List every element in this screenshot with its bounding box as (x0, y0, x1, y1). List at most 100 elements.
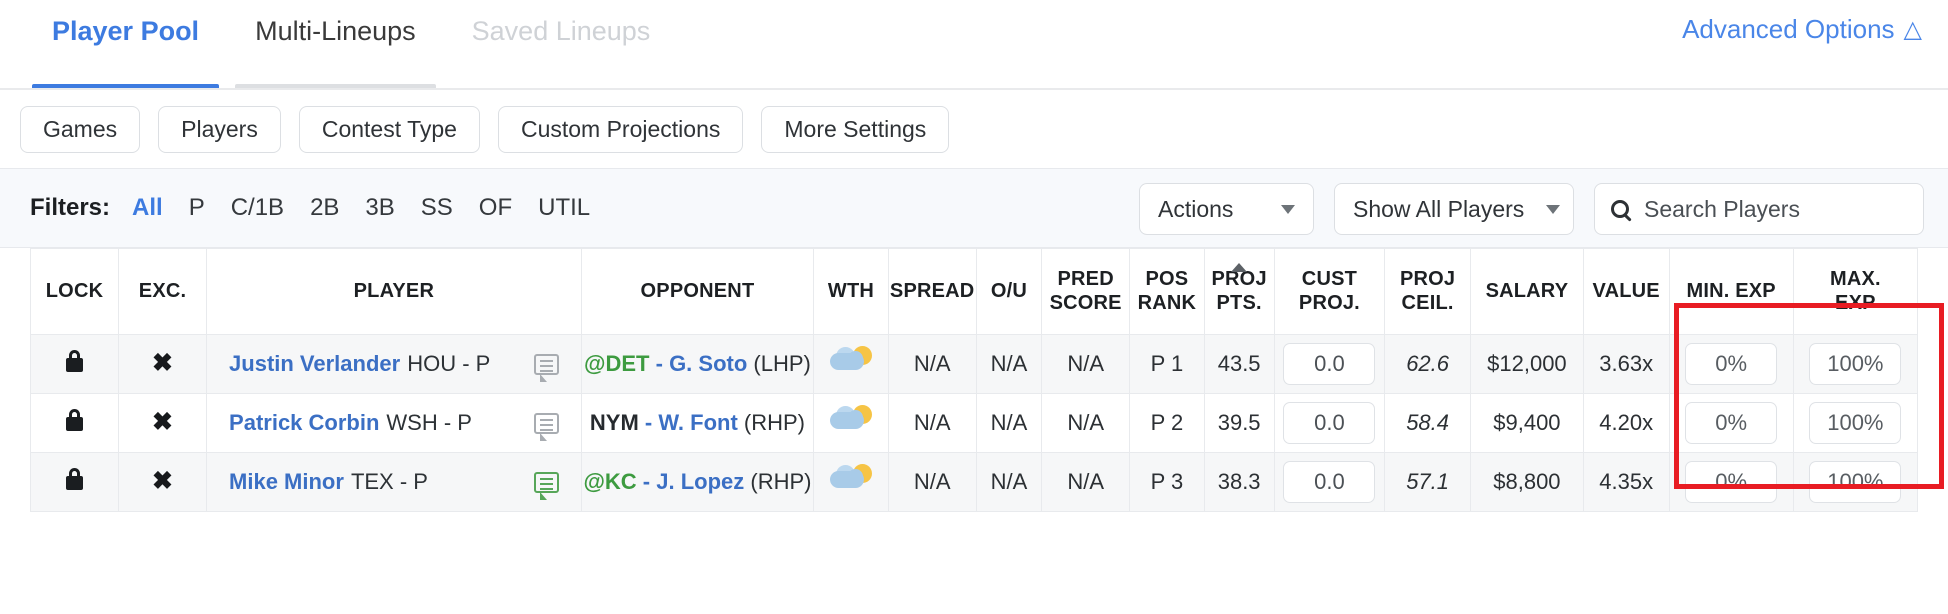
max-exp-cell[interactable]: 100% (1792, 452, 1919, 512)
col-header-salary[interactable]: SALARY (1469, 248, 1584, 335)
filter-p[interactable]: P (189, 194, 205, 222)
opponent-team[interactable]: @DET (584, 351, 649, 376)
players-button[interactable]: Players (158, 105, 281, 153)
lock-icon[interactable] (66, 467, 83, 490)
col-header-spread[interactable]: SPREAD (887, 248, 977, 335)
salary-cell: $8,800 (1469, 452, 1584, 512)
filter-2b[interactable]: 2B (310, 194, 339, 222)
cust-proj-cell[interactable]: 0.0 (1273, 334, 1386, 394)
col-header-ou[interactable]: O/U (975, 248, 1043, 335)
opponent-pitcher[interactable]: - W. Font (645, 410, 738, 435)
col-header-pred-score[interactable]: PRED SCORE (1041, 248, 1131, 335)
weather-cell (813, 334, 889, 394)
col-header-max-exp[interactable]: MAX. EXP (1792, 248, 1919, 335)
exclude-cell[interactable]: ✖ (118, 334, 208, 394)
col-header-proj-pts[interactable]: PROJ PTS. (1203, 248, 1275, 335)
lock-icon[interactable] (66, 349, 83, 372)
max-exp-input[interactable]: 100% (1809, 402, 1902, 444)
show-players-dropdown-label: Show All Players (1353, 195, 1525, 222)
min-exp-input[interactable]: 0% (1685, 402, 1778, 444)
col-header-wth[interactable]: WTH (813, 248, 889, 335)
opponent-team[interactable]: @KC (583, 469, 636, 494)
opponent-pitcher[interactable]: - G. Soto (656, 351, 748, 376)
col-header-value[interactable]: VALUE (1582, 248, 1670, 335)
sun-behind-cloud-icon (828, 405, 874, 435)
x-icon[interactable]: ✖ (152, 467, 173, 495)
more-settings-button[interactable]: More Settings (761, 105, 950, 153)
proj-ceil-cell: 57.1 (1384, 452, 1471, 512)
x-icon[interactable]: ✖ (152, 349, 173, 377)
table-row[interactable]: ✖ Justin Verlander HOU - P @DET - G. Soto… (29, 334, 1919, 394)
proj-pts-cell: 43.5 (1203, 334, 1275, 394)
filter-of[interactable]: OF (479, 194, 512, 222)
ou-cell: N/A (975, 452, 1043, 512)
opponent-team[interactable]: NYM (590, 410, 639, 435)
col-header-opponent[interactable]: OPPONENT (580, 248, 815, 335)
col-header-proj-ceil[interactable]: PROJ CEIL. (1384, 248, 1471, 335)
col-header-pos-rank[interactable]: POS RANK (1129, 248, 1205, 335)
max-exp-input[interactable]: 100% (1809, 343, 1902, 385)
opponent-pitcher[interactable]: - J. Lopez (643, 469, 744, 494)
opponent-cell: @DET - G. Soto (LHP) (580, 334, 815, 394)
contest-type-button[interactable]: Contest Type (298, 105, 480, 153)
note-icon[interactable] (533, 471, 559, 500)
min-exp-input[interactable]: 0% (1685, 343, 1778, 385)
note-icon[interactable] (533, 412, 559, 441)
cust-proj-input[interactable]: 0.0 (1283, 402, 1376, 444)
opponent-cell: @KC - J. Lopez (RHP) (580, 452, 815, 512)
tab-saved-lineups[interactable]: Saved Lineups (444, 0, 679, 90)
table-row[interactable]: ✖ Patrick Corbin WSH - P NYM - W. Font (R… (29, 393, 1919, 453)
actions-dropdown[interactable]: Actions (1139, 183, 1314, 235)
filter-3b[interactable]: 3B (365, 194, 394, 222)
player-pool-app: Player Pool Multi-Lineups Saved Lineups … (0, 0, 1948, 614)
max-exp-cell[interactable]: 100% (1792, 334, 1919, 394)
salary-cell: $12,000 (1469, 334, 1584, 394)
cust-proj-cell[interactable]: 0.0 (1273, 393, 1386, 453)
min-exp-cell[interactable]: 0% (1668, 393, 1794, 453)
filter-all[interactable]: All (132, 194, 163, 222)
cust-proj-cell[interactable]: 0.0 (1273, 452, 1386, 512)
col-header-lock[interactable]: LOCK (29, 248, 120, 335)
lock-cell[interactable] (29, 452, 120, 512)
cust-proj-input[interactable]: 0.0 (1283, 461, 1376, 503)
cust-proj-input[interactable]: 0.0 (1283, 343, 1376, 385)
tab-multi-lineups[interactable]: Multi-Lineups (227, 0, 444, 90)
filter-util[interactable]: UTIL (538, 194, 590, 222)
filter-c-1b[interactable]: C/1B (231, 194, 284, 222)
min-exp-cell[interactable]: 0% (1668, 452, 1794, 512)
advanced-options-toggle[interactable]: Advanced Options △ (1682, 14, 1922, 45)
exclude-cell[interactable]: ✖ (118, 393, 208, 453)
x-icon[interactable]: ✖ (152, 408, 173, 436)
lock-cell[interactable] (29, 393, 120, 453)
games-button[interactable]: Games (20, 105, 141, 153)
col-header-max-exp-l2: EXP (1835, 291, 1876, 314)
filter-ss[interactable]: SS (421, 194, 453, 222)
min-exp-cell[interactable]: 0% (1668, 334, 1794, 394)
max-exp-input[interactable]: 100% (1809, 461, 1902, 503)
col-header-min-exp[interactable]: MIN. EXP (1668, 248, 1794, 335)
chevron-down-icon (1281, 204, 1295, 214)
table-row[interactable]: ✖ Mike Minor TEX - P @KC - J. Lopez (RHP) (29, 452, 1919, 512)
pos-rank-cell: P 3 (1129, 452, 1205, 512)
lock-cell[interactable] (29, 334, 120, 394)
lock-icon[interactable] (66, 408, 83, 431)
header-row: LOCK EXC. PLAYER OPPONENT WTH SPREAD O/U… (29, 248, 1919, 335)
note-icon[interactable] (533, 353, 559, 382)
tab-player-pool[interactable]: Player Pool (24, 0, 227, 90)
custom-projections-button[interactable]: Custom Projections (497, 105, 744, 153)
player-team-pos: TEX - P (350, 469, 428, 494)
salary-cell: $9,400 (1469, 393, 1584, 453)
show-players-dropdown[interactable]: Show All Players (1334, 183, 1574, 235)
col-header-exc[interactable]: EXC. (118, 248, 208, 335)
col-header-player[interactable]: PLAYER (206, 248, 582, 335)
search-input[interactable] (1642, 194, 1907, 224)
player-name-link[interactable]: Justin Verlander (229, 351, 400, 376)
col-header-cust-proj[interactable]: CUST PROJ. (1273, 248, 1386, 335)
col-header-cust-proj-l1: CUST (1301, 267, 1358, 290)
player-name-link[interactable]: Mike Minor (229, 469, 344, 494)
min-exp-input[interactable]: 0% (1685, 461, 1778, 503)
search-players-box[interactable] (1594, 183, 1924, 235)
exclude-cell[interactable]: ✖ (118, 452, 208, 512)
max-exp-cell[interactable]: 100% (1792, 393, 1919, 453)
player-name-link[interactable]: Patrick Corbin (229, 410, 379, 435)
